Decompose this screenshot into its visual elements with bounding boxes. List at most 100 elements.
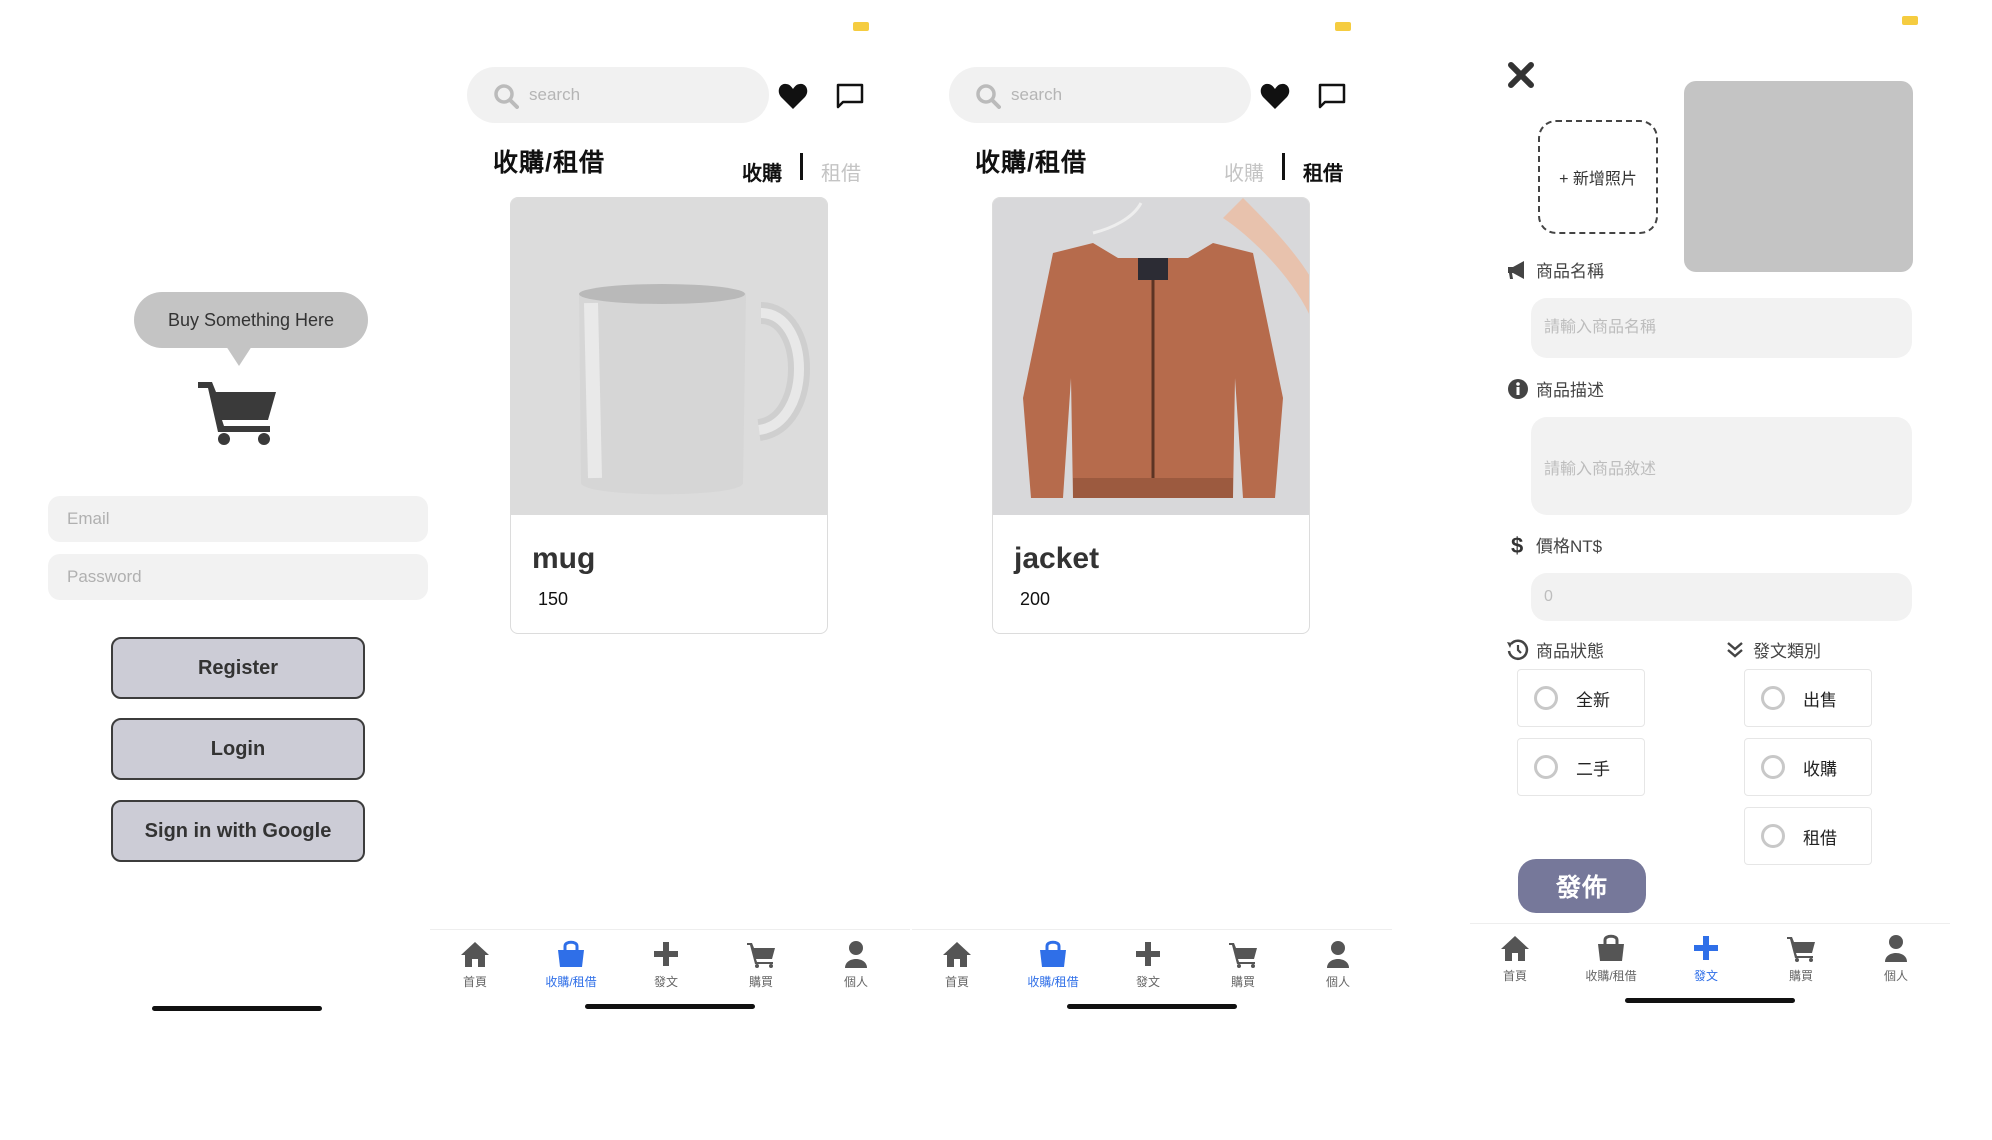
- tab-buy-rent[interactable]: 收購/租借: [1566, 934, 1656, 992]
- search-icon: [494, 84, 519, 109]
- category-label: 發文類別: [1723, 637, 1821, 662]
- search-bar[interactable]: [949, 67, 1251, 123]
- heart-icon[interactable]: [1260, 82, 1290, 110]
- mug-photo: [511, 198, 827, 515]
- tab-post[interactable]: 發文: [621, 940, 711, 998]
- jacket-photo: [993, 198, 1309, 515]
- search-bar[interactable]: [467, 67, 769, 123]
- tab-rent[interactable]: 租借: [1303, 157, 1343, 186]
- heart-icon[interactable]: [778, 82, 808, 110]
- tab-purchase[interactable]: 購買: [1756, 934, 1846, 992]
- segment-divider: [1282, 153, 1285, 180]
- home-indicator: [585, 1004, 755, 1009]
- cart-icon: [747, 943, 775, 968]
- condition-label-text: 商品狀態: [1536, 642, 1604, 661]
- battery-indicator: [1335, 22, 1351, 31]
- product-card[interactable]: jacket 200: [992, 197, 1310, 634]
- tab-purchase[interactable]: 購買: [1198, 940, 1288, 998]
- tab-label: 個人: [843, 975, 868, 989]
- login-screen: Buy Something Here Register Login Sign i…: [0, 0, 465, 1140]
- cart-icon: [1787, 937, 1815, 962]
- tab-label: 收購/租借: [1027, 975, 1079, 989]
- tab-profile[interactable]: 個人: [811, 940, 901, 998]
- tab-profile[interactable]: 個人: [1293, 940, 1383, 998]
- tab-label: 發文: [1135, 975, 1160, 989]
- password-field[interactable]: [48, 554, 428, 600]
- condition-label: 商品狀態: [1506, 637, 1604, 662]
- tab-label: 購買: [748, 975, 773, 989]
- tab-label: 收購/租借: [1585, 969, 1637, 983]
- register-button[interactable]: Register: [111, 637, 365, 699]
- price-field[interactable]: [1531, 573, 1912, 621]
- svg-text:$: $: [1511, 534, 1523, 556]
- publish-button[interactable]: 發佈: [1518, 859, 1646, 913]
- tab-bar: 首頁 收購/租借 發文 購買 個人: [912, 929, 1392, 999]
- plus-icon: [1694, 936, 1718, 960]
- dollar-icon: $: [1511, 534, 1523, 556]
- tab-bar: 首頁 收購/租借 發文 購買 個人: [430, 929, 910, 999]
- cart-icon: [1229, 943, 1257, 968]
- shopping-bag-icon: [1598, 934, 1624, 961]
- tab-home[interactable]: 首頁: [912, 940, 1002, 998]
- product-description-field[interactable]: [1531, 417, 1912, 515]
- bubble-tail: [226, 346, 252, 366]
- user-icon: [845, 941, 867, 968]
- tab-buy-rent[interactable]: 收購/租借: [526, 940, 616, 998]
- buy-list-screen: 收購/租借 收購 租借 mug 150 首頁 收購/租借 發文 購買: [430, 0, 910, 1140]
- search-input[interactable]: [529, 81, 749, 109]
- post-screen: + 新增照片 商品名稱 商品描述 $ 價格NT$ 商品狀態 發文類別 全新 二手…: [1470, 0, 1950, 1140]
- google-sign-in-button[interactable]: Sign in with Google: [111, 800, 365, 862]
- product-name: jacket: [1014, 542, 1100, 575]
- option-label: 二手: [1576, 759, 1610, 779]
- home-indicator: [1067, 1004, 1237, 1009]
- tab-purchase[interactable]: 購買: [716, 940, 806, 998]
- product-price: 150: [538, 589, 569, 609]
- close-icon[interactable]: [1508, 62, 1534, 88]
- message-icon[interactable]: [1317, 82, 1347, 110]
- option-label: 全新: [1576, 690, 1610, 710]
- tab-buy[interactable]: 收購: [1224, 157, 1264, 186]
- shopping-bag-icon: [558, 940, 584, 967]
- tab-profile[interactable]: 個人: [1851, 934, 1941, 992]
- category-option-rent[interactable]: 租借: [1744, 807, 1872, 865]
- price-label: $ 價格NT$: [1506, 532, 1602, 557]
- tab-label: 發文: [653, 975, 678, 989]
- category-label-text: 發文類別: [1753, 642, 1821, 661]
- condition-option-used[interactable]: 二手: [1517, 738, 1645, 796]
- segment-divider: [800, 153, 803, 180]
- tab-buy[interactable]: 收購: [742, 157, 782, 186]
- user-icon: [1327, 941, 1349, 968]
- home-icon: [943, 942, 971, 967]
- tab-home[interactable]: 首頁: [430, 940, 520, 998]
- home-icon: [1501, 936, 1529, 961]
- product-name-field[interactable]: [1531, 298, 1912, 358]
- name-label: 商品名稱: [1506, 257, 1604, 282]
- add-photo-button[interactable]: + 新增照片: [1538, 120, 1658, 234]
- radio-circle: [1761, 686, 1785, 710]
- category-option-buy[interactable]: 收購: [1744, 738, 1872, 796]
- message-icon[interactable]: [835, 82, 865, 110]
- login-button[interactable]: Login: [111, 718, 365, 780]
- tab-post[interactable]: 發文: [1103, 940, 1193, 998]
- product-price: 200: [1020, 589, 1051, 609]
- tab-label: 購買: [1788, 969, 1813, 983]
- tab-post[interactable]: 發文: [1661, 934, 1751, 992]
- tab-buy-rent[interactable]: 收購/租借: [1008, 940, 1098, 998]
- condition-option-new[interactable]: 全新: [1517, 669, 1645, 727]
- tab-label: 個人: [1883, 969, 1908, 983]
- email-field[interactable]: [48, 496, 428, 542]
- option-label: 出售: [1803, 690, 1837, 710]
- search-input[interactable]: [1011, 81, 1231, 109]
- photo-preview: [1684, 81, 1913, 272]
- tab-bar: 首頁 收購/租借 發文 購買 個人: [1470, 923, 1950, 993]
- option-label: 收購: [1803, 759, 1837, 779]
- tab-home[interactable]: 首頁: [1470, 934, 1560, 992]
- shopping-bag-icon: [1040, 940, 1066, 967]
- product-name: mug: [532, 542, 596, 575]
- product-card[interactable]: mug 150: [510, 197, 828, 634]
- radio-circle: [1534, 755, 1558, 779]
- chevron-double-down-icon: [1727, 641, 1743, 658]
- tab-rent[interactable]: 租借: [821, 157, 861, 186]
- tab-label: 首頁: [462, 975, 487, 989]
- category-option-sell[interactable]: 出售: [1744, 669, 1872, 727]
